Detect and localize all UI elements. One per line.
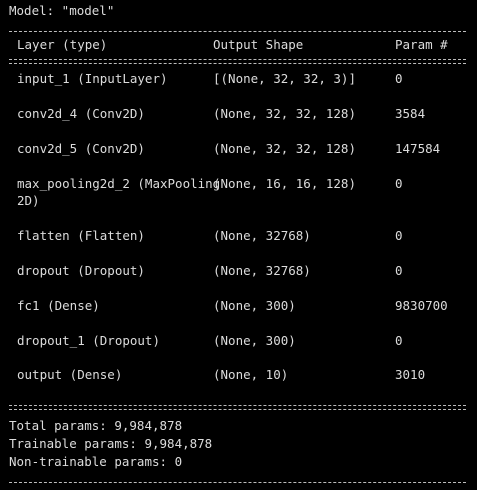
non-trainable-params: Non-trainable params: 0	[9, 454, 183, 469]
total-params: Total params: 9,984,878	[9, 418, 183, 433]
terminal-output: Model: "model" Layer (type) Output Shape…	[0, 0, 477, 490]
param-count: 9830700	[395, 298, 448, 313]
param-count: 0	[395, 228, 403, 243]
param-count: 147584	[395, 141, 441, 156]
output-shape: (None, 32, 32, 128)	[213, 106, 356, 121]
trainable-params: Trainable params: 9,984,878	[9, 436, 213, 451]
param-count: 0	[395, 333, 403, 348]
param-count: 3584	[395, 106, 426, 121]
header-output-shape: Output Shape	[213, 37, 304, 52]
layer-name: fc1 (Dense)	[17, 298, 100, 313]
footer-divider	[9, 405, 466, 410]
output-shape: (None, 300)	[213, 298, 296, 313]
output-shape: (None, 32768)	[213, 263, 311, 278]
output-shape: [(None, 32, 32, 3)]	[213, 71, 356, 86]
header-divider	[9, 59, 466, 64]
param-count: 0	[395, 263, 403, 278]
header-param-count: Param #	[395, 37, 448, 52]
layer-name: max_pooling2d_2 (MaxPooling	[17, 176, 221, 191]
param-count: 0	[395, 71, 403, 86]
output-shape: (None, 32768)	[213, 228, 311, 243]
bottom-divider	[9, 482, 466, 483]
output-shape: (None, 300)	[213, 333, 296, 348]
output-shape: (None, 10)	[213, 367, 289, 382]
model-name-line: Model: "model"	[9, 3, 115, 18]
output-shape: (None, 32, 32, 128)	[213, 141, 356, 156]
layer-name: flatten (Flatten)	[17, 228, 145, 243]
top-divider	[9, 31, 466, 32]
layer-name: output (Dense)	[17, 367, 123, 382]
layer-name-continued: 2D)	[17, 193, 40, 208]
layer-name: conv2d_4 (Conv2D)	[17, 106, 145, 121]
layer-name: dropout (Dropout)	[17, 263, 145, 278]
header-layer-type: Layer (type)	[17, 37, 108, 52]
layer-name: conv2d_5 (Conv2D)	[17, 141, 145, 156]
param-count: 0	[395, 176, 403, 191]
layer-name: dropout_1 (Dropout)	[17, 333, 160, 348]
output-shape: (None, 16, 16, 128)	[213, 176, 356, 191]
layer-name: input_1 (InputLayer)	[17, 71, 168, 86]
param-count: 3010	[395, 367, 426, 382]
